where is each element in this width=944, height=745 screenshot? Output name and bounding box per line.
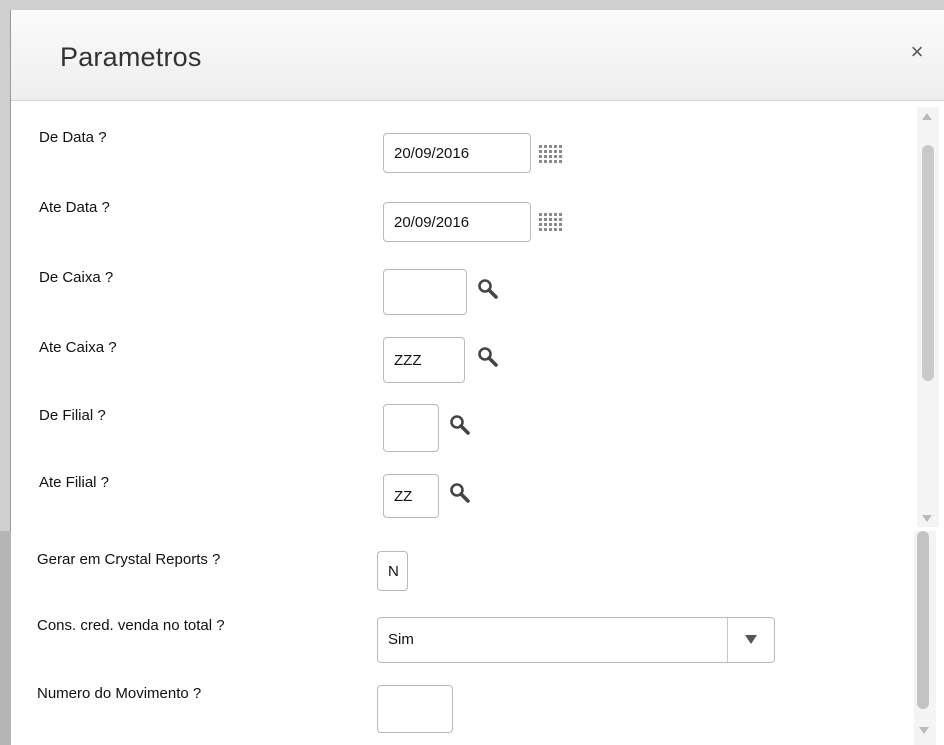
scroll-up-icon[interactable]	[922, 113, 932, 120]
calendar-icon[interactable]	[539, 145, 562, 165]
de-caixa-label: De Caixa ?	[39, 269, 114, 286]
dialog-title: Parametros	[60, 42, 202, 72]
de-filial-label: De Filial ?	[39, 407, 106, 424]
de-filial-input[interactable]	[383, 404, 439, 452]
gerar-crystal-label: Gerar em Crystal Reports ?	[37, 551, 221, 568]
ate-caixa-input[interactable]: ZZZ	[383, 337, 465, 383]
dialog-body: Parametros × De Data ? 20/09/2016 Ate Da…	[10, 10, 944, 531]
panel-border	[0, 531, 11, 745]
search-icon[interactable]	[477, 278, 499, 300]
ate-caixa-label: Ate Caixa ?	[39, 339, 117, 356]
vertical-scrollbar[interactable]	[917, 107, 939, 527]
params-form: De Data ? 20/09/2016 Ate Data ? 20/09/20…	[11, 101, 944, 531]
scroll-down-icon[interactable]	[922, 515, 932, 522]
dialog-header: Parametros ×	[11, 10, 944, 101]
ate-data-label: Ate Data ?	[39, 199, 110, 216]
parametros-dialog: Parametros × De Data ? 20/09/2016 Ate Da…	[0, 0, 944, 531]
cons-cred-value: Sim	[388, 631, 414, 648]
search-icon[interactable]	[449, 414, 471, 436]
de-caixa-input[interactable]	[383, 269, 467, 315]
gerar-crystal-input[interactable]: N	[377, 551, 408, 591]
params-form-continued: Gerar em Crystal Reports ? N Cons. cred.…	[0, 531, 944, 745]
ate-filial-input[interactable]: ZZ	[383, 474, 439, 518]
chevron-down-icon[interactable]	[745, 635, 757, 644]
scrollbar-thumb[interactable]	[917, 531, 929, 709]
de-data-input[interactable]: 20/09/2016	[383, 133, 531, 173]
cons-cred-select[interactable]: Sim	[377, 617, 775, 663]
search-icon[interactable]	[477, 346, 499, 368]
calendar-icon[interactable]	[539, 213, 562, 233]
de-data-label: De Data ?	[39, 129, 107, 146]
close-icon[interactable]: ×	[905, 40, 929, 64]
vertical-scrollbar[interactable]	[914, 531, 936, 745]
scrollbar-thumb[interactable]	[922, 145, 934, 381]
scroll-down-icon[interactable]	[919, 727, 929, 734]
numero-movimento-label: Numero do Movimento ?	[37, 685, 202, 702]
select-divider	[727, 618, 728, 662]
numero-movimento-input[interactable]	[377, 685, 453, 733]
search-icon[interactable]	[449, 482, 471, 504]
cons-cred-label: Cons. cred. venda no total ?	[37, 617, 225, 634]
ate-filial-label: Ate Filial ?	[39, 474, 110, 491]
ate-data-input[interactable]: 20/09/2016	[383, 202, 531, 242]
